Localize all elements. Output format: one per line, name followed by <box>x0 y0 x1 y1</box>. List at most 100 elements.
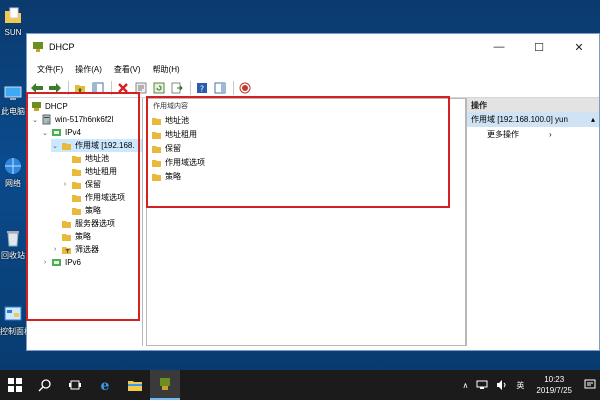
desktop-icon-user[interactable]: SUN <box>0 6 26 37</box>
expand-arrow-icon[interactable]: › <box>41 259 49 266</box>
network-icon <box>5 158 21 174</box>
close-button[interactable]: ✕ <box>559 34 599 60</box>
folder-icon <box>152 145 161 153</box>
refresh-icon <box>153 82 165 93</box>
tree-item-ipv6[interactable]: › IPv6 <box>41 256 81 269</box>
desktop-icon-label: 网络 <box>5 179 21 188</box>
list-item-scope-options[interactable]: 作用域选项 <box>147 155 465 169</box>
list-item-address-pool[interactable]: 地址池 <box>147 113 465 127</box>
collapse-arrow-icon[interactable]: ⌄ <box>51 142 59 150</box>
notification-icon <box>584 379 596 389</box>
dhcp-app-icon <box>33 42 43 52</box>
properties-button[interactable] <box>133 80 149 96</box>
tree-label: IPv6 <box>65 258 82 267</box>
desktop-icon-label: 回收站 <box>1 251 25 260</box>
taskbar-ie-button[interactable]: e <box>90 370 120 400</box>
tree-item-filters[interactable]: › 筛选器 <box>51 243 99 256</box>
tree-item-scope-policies[interactable]: 策略 <box>69 204 101 217</box>
desktop-icon-network[interactable]: 网络 <box>0 156 26 189</box>
task-view-button[interactable] <box>60 370 90 400</box>
list-item-label: 作用域选项 <box>165 157 205 167</box>
desktop-icon-recycle-bin[interactable]: 回收站 <box>0 228 26 261</box>
desktop-icon-label: 此电脑 <box>1 107 25 116</box>
internet-explorer-icon: e <box>101 378 110 393</box>
expand-arrow-icon[interactable]: › <box>61 181 69 188</box>
folder-icon <box>152 173 161 181</box>
taskbar-dhcp-button[interactable] <box>150 370 180 400</box>
input-method-indicator[interactable]: 英 <box>512 380 528 391</box>
desktop-icon-this-pc[interactable]: 此电脑 <box>0 84 26 117</box>
list-item-policies[interactable]: 策略 <box>147 169 465 183</box>
taskbar-clock[interactable]: 10:23 2019/7/25 <box>528 374 580 396</box>
taskbar-file-explorer-button[interactable] <box>120 370 150 400</box>
list-item-reservations[interactable]: 保留 <box>147 141 465 155</box>
network-status-button[interactable] <box>472 380 492 390</box>
actions-scope-section[interactable]: 作用域 [192.168.100.0] yun ▴ <box>467 112 599 127</box>
menu-action[interactable]: 操作(A) <box>69 64 108 75</box>
menu-file[interactable]: 文件(F) <box>31 64 69 75</box>
forward-button[interactable] <box>47 80 63 96</box>
deactivate-button[interactable] <box>237 80 253 96</box>
actions-scope-label: 作用域 [192.168.100.0] yun <box>471 115 568 124</box>
desktop-icon-control-panel[interactable]: 控制面板 <box>0 304 32 337</box>
list-item-address-leases[interactable]: 地址租用 <box>147 127 465 141</box>
tree-item-scope[interactable]: ⌄ 作用域 [192.168. <box>51 139 142 152</box>
toolbar-separator <box>111 80 112 95</box>
folder-icon <box>152 159 161 167</box>
title-bar[interactable]: DHCP — ☐ ✕ <box>27 34 599 60</box>
tree-label: DHCP <box>45 102 68 111</box>
results-column-header[interactable]: 作用域内容 <box>147 99 465 113</box>
menu-help[interactable]: 帮助(H) <box>147 64 186 75</box>
dhcp-window: DHCP — ☐ ✕ 文件(F) 操作(A) 查看(V) 帮助(H) ? DHC… <box>26 33 600 351</box>
refresh-button[interactable] <box>151 80 167 96</box>
tree-item-dhcp[interactable]: DHCP <box>29 100 68 113</box>
collapse-up-icon[interactable]: ▴ <box>591 115 595 124</box>
show-console-tree-button[interactable] <box>90 80 106 96</box>
action-pane-icon <box>214 82 226 93</box>
tree-label: win-517h6nk6f2l <box>55 115 114 124</box>
scope-folder-icon <box>62 143 71 150</box>
console-tree-icon <box>92 82 104 93</box>
maximize-button[interactable]: ☐ <box>519 34 559 60</box>
tree-item-ipv4[interactable]: ⌄ IPv4 <box>41 126 81 139</box>
tree-item-address-leases[interactable]: 地址租用 <box>69 165 117 178</box>
tree-item-server-options[interactable]: 服务器选项 <box>59 217 115 230</box>
list-item-label: 保留 <box>165 143 181 153</box>
list-item-label: 地址租用 <box>165 129 197 139</box>
folder-icon <box>152 131 161 139</box>
taskbar: e ∧ 英 10:23 2019/7/25 <box>0 370 600 400</box>
search-button[interactable] <box>30 370 60 400</box>
delete-button[interactable] <box>115 80 131 96</box>
tree-label: 地址租用 <box>85 167 117 176</box>
volume-button[interactable] <box>492 380 512 390</box>
up-level-button[interactable] <box>72 80 88 96</box>
help-button[interactable]: ? <box>194 80 210 96</box>
collapse-arrow-icon[interactable]: ⌄ <box>31 116 39 124</box>
show-action-pane-button[interactable] <box>212 80 228 96</box>
windows-logo-icon <box>8 378 22 392</box>
tree-item-policies[interactable]: 策略 <box>59 230 91 243</box>
more-actions-link[interactable]: 更多操作 › <box>467 127 599 141</box>
notifications-button[interactable] <box>580 379 600 391</box>
collapse-arrow-icon[interactable]: ⌄ <box>41 129 49 137</box>
list-item-label: 策略 <box>165 171 181 181</box>
expand-arrow-icon[interactable]: › <box>51 246 59 253</box>
tree-item-server[interactable]: ⌄ win-517h6nk6f2l <box>31 113 113 126</box>
tree-item-address-pool[interactable]: 地址池 <box>69 152 109 165</box>
folder-up-icon <box>75 84 85 93</box>
minimize-button[interactable]: — <box>479 34 519 60</box>
computer-icon <box>4 86 22 100</box>
network-status-icon <box>476 380 488 389</box>
menu-view[interactable]: 查看(V) <box>108 64 147 75</box>
show-hidden-icons-button[interactable]: ∧ <box>459 381 473 390</box>
results-pane[interactable]: 作用域内容 地址池 地址租用 保留 作用域选项 策略 <box>146 98 466 346</box>
user-folder-icon <box>5 7 21 23</box>
back-button[interactable] <box>29 80 45 96</box>
tree-item-scope-options[interactable]: 作用域选项 <box>69 191 125 204</box>
server-icon <box>42 114 51 125</box>
start-button[interactable] <box>0 370 30 400</box>
console-tree[interactable]: DHCP ⌄ win-517h6nk6f2l ⌄ IPv4 ⌄ 作用域 [192… <box>27 98 143 346</box>
export-list-button[interactable] <box>169 80 185 96</box>
tree-item-reservations[interactable]: › 保留 <box>61 178 101 191</box>
folder-icon <box>72 208 81 215</box>
